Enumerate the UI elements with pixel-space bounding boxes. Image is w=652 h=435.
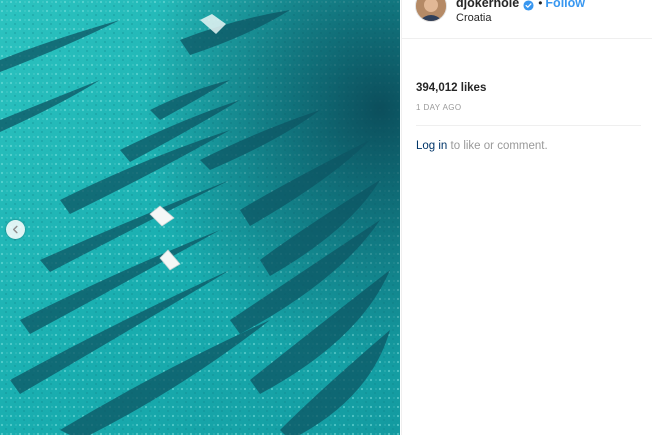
login-prompt: Log in to like or comment. [416, 140, 548, 152]
chevron-left-icon [12, 225, 18, 234]
likes-count[interactable]: 394,012 likes [416, 82, 486, 94]
post-photo[interactable] [0, 0, 400, 435]
instagram-post-page: djokernole • Follow Croatia 394,012 like… [0, 0, 652, 435]
verified-badge-icon [523, 0, 534, 11]
divider [416, 125, 641, 126]
carousel-prev-button[interactable] [6, 220, 25, 239]
post-timestamp[interactable]: 1 DAY AGO [416, 103, 462, 112]
login-link[interactable]: Log in [416, 140, 447, 152]
follow-button[interactable]: Follow [545, 0, 585, 10]
aerial-sea-image [0, 0, 400, 435]
avatar-photo [416, 0, 446, 21]
post-side-panel: djokernole • Follow Croatia 394,012 like… [401, 0, 652, 435]
username-link[interactable]: djokernole [456, 0, 519, 10]
location-link[interactable]: Croatia [456, 12, 491, 24]
user-line: djokernole • Follow [456, 0, 585, 11]
separator-dot: • [538, 0, 543, 10]
avatar[interactable] [415, 0, 447, 22]
login-prompt-text: to like or comment. [447, 140, 548, 152]
post-header: djokernole • Follow Croatia [402, 0, 652, 39]
